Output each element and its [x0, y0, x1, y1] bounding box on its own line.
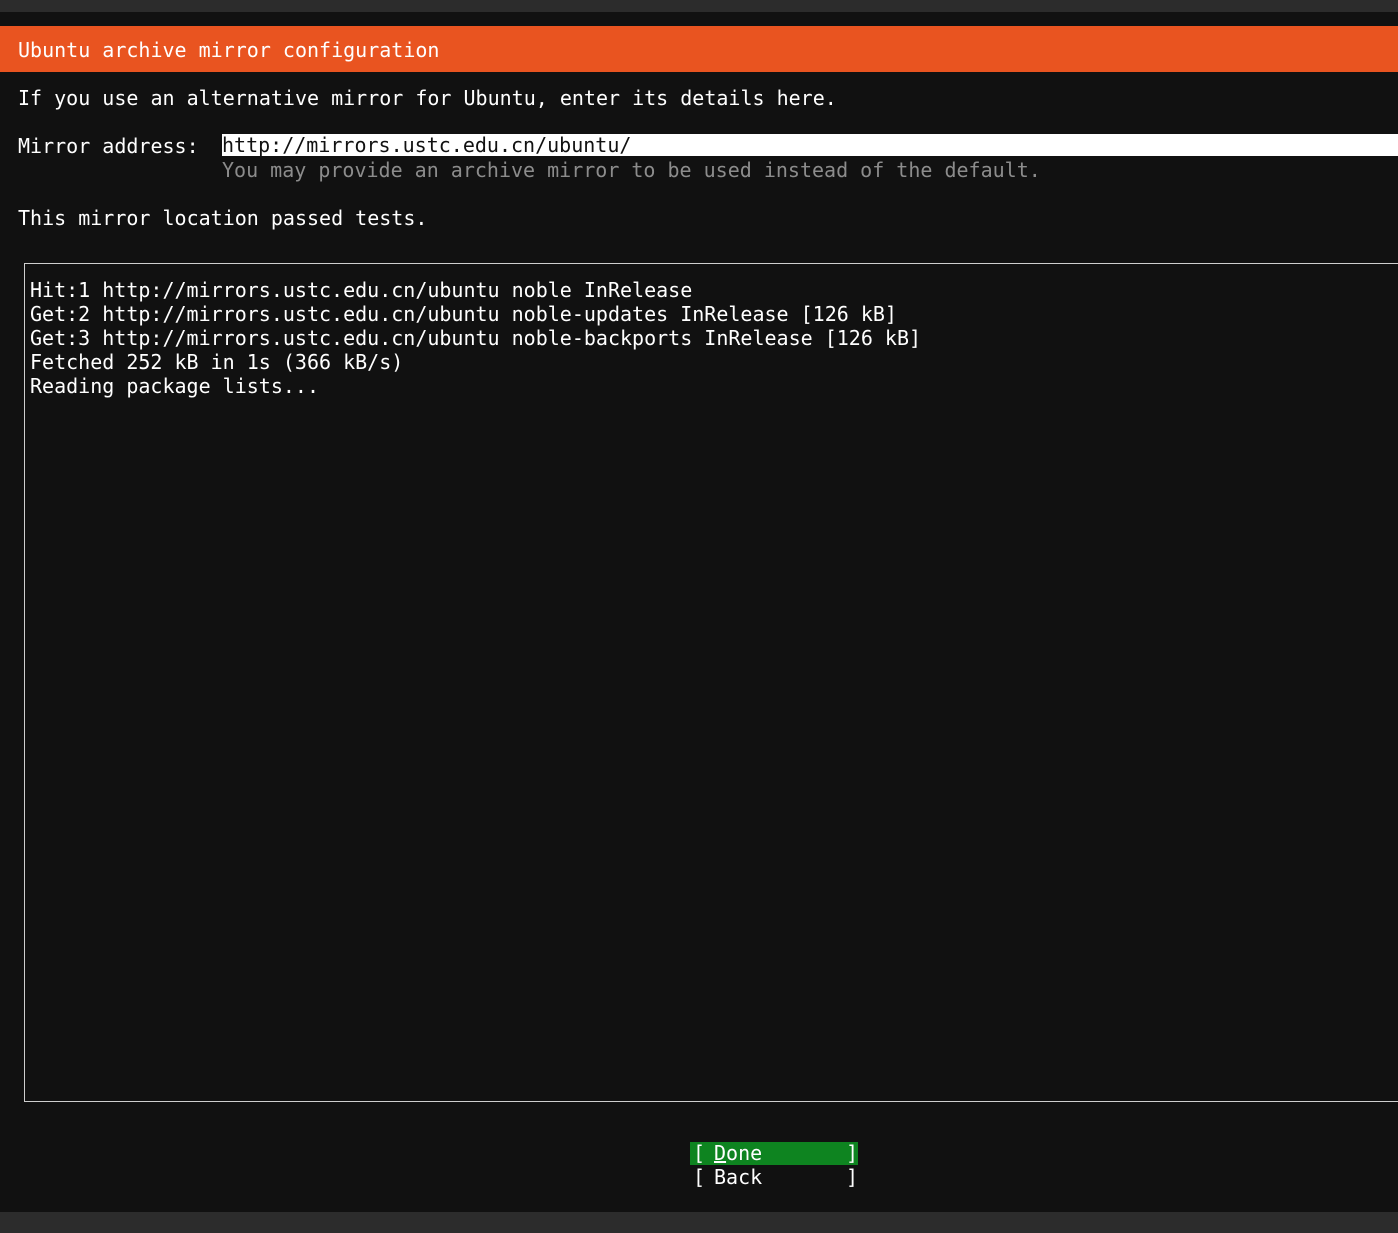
mirror-address-input[interactable] — [222, 134, 1398, 156]
bottom-border-strip — [0, 1212, 1398, 1233]
intro-text: If you use an alternative mirror for Ubu… — [18, 86, 837, 110]
back-button[interactable]: [ Back ] — [690, 1166, 858, 1189]
log-line: Get:3 http://mirrors.ustc.edu.cn/ubuntu … — [30, 326, 922, 350]
back-bracket-close: ] — [846, 1165, 859, 1189]
back-button-label: Back — [714, 1165, 763, 1189]
back-bracket-open: [ — [693, 1165, 706, 1189]
done-button[interactable]: [ Done ] — [690, 1142, 858, 1165]
top-gap — [0, 12, 1398, 26]
log-line: Hit:1 http://mirrors.ustc.edu.cn/ubuntu … — [30, 278, 693, 302]
done-button-label: Done — [714, 1141, 763, 1165]
done-bracket-open: [ — [693, 1141, 706, 1165]
title-bar: Ubuntu archive mirror configuration — [0, 26, 1398, 72]
page-title: Ubuntu archive mirror configuration — [18, 38, 440, 62]
mirror-test-status: This mirror location passed tests. — [18, 206, 428, 230]
apt-log-lines: Hit:1 http://mirrors.ustc.edu.cn/ubuntu … — [30, 278, 921, 398]
done-bracket-close: ] — [846, 1141, 859, 1165]
mirror-address-help: You may provide an archive mirror to be … — [222, 158, 1041, 182]
log-line: Reading package lists... — [30, 374, 319, 398]
installer-screen: Ubuntu archive mirror configuration If y… — [0, 26, 1398, 1212]
log-line: Get:2 http://mirrors.ustc.edu.cn/ubuntu … — [30, 302, 897, 326]
mirror-address-label: Mirror address: — [18, 134, 199, 158]
top-border-strip — [0, 0, 1398, 12]
log-line: Fetched 252 kB in 1s (366 kB/s) — [30, 350, 404, 374]
apt-log-panel[interactable]: Hit:1 http://mirrors.ustc.edu.cn/ubuntu … — [24, 263, 1398, 1102]
